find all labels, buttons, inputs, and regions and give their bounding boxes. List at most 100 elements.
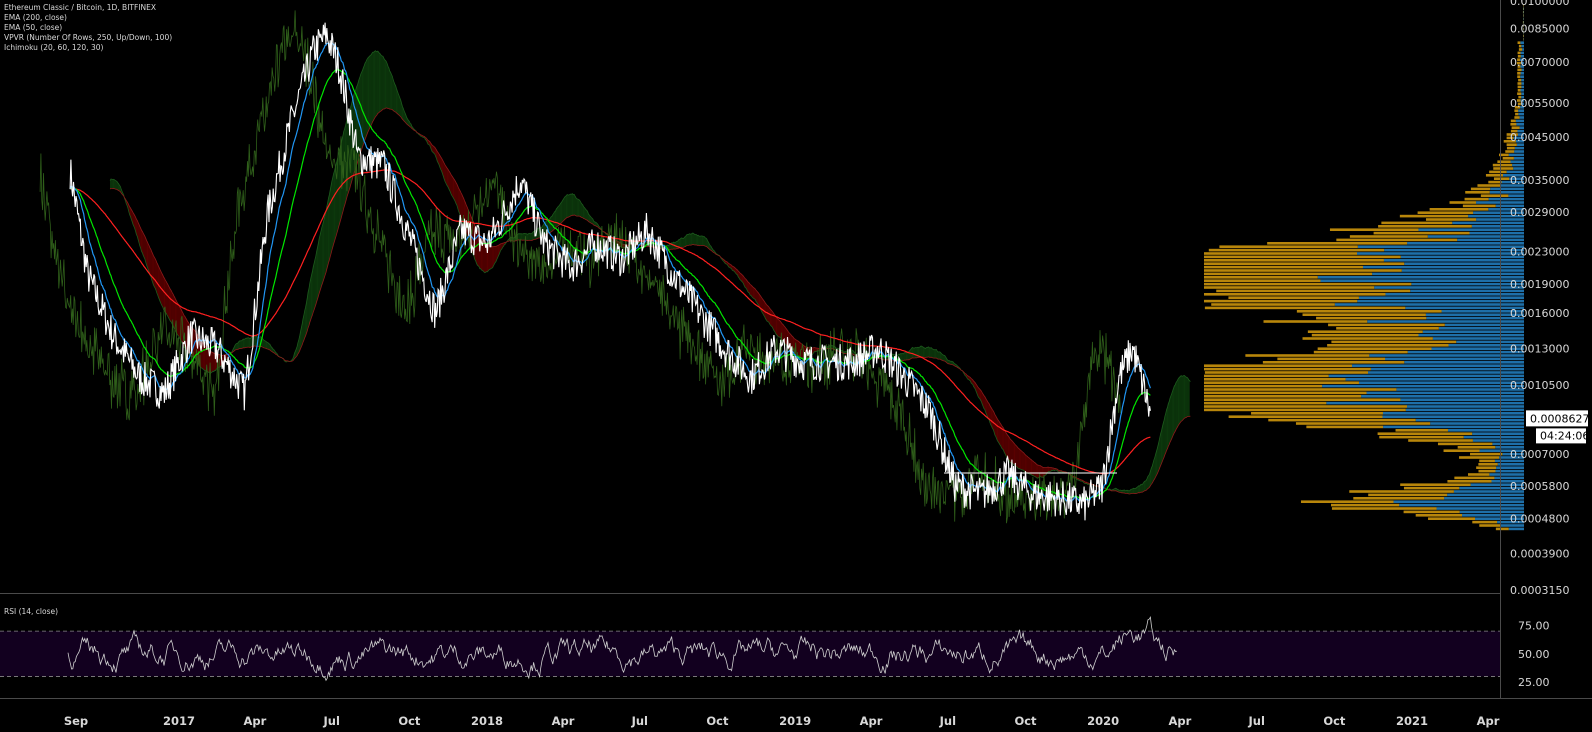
price-axis-label: 0.0003150 bbox=[1510, 584, 1570, 597]
vp-bar-down bbox=[1204, 306, 1406, 310]
cloud-segment bbox=[171, 290, 173, 324]
cloud-segment bbox=[1147, 475, 1149, 489]
cloud-segment bbox=[695, 234, 697, 246]
cloud-segment bbox=[1034, 462, 1035, 477]
price-axis-label: 0.0010500 bbox=[1510, 379, 1570, 392]
cloud-segment bbox=[775, 316, 777, 335]
cloud-segment bbox=[762, 298, 763, 314]
vp-bar-down bbox=[1208, 248, 1385, 252]
cloud-segment bbox=[492, 246, 494, 268]
vp-bar-up bbox=[1471, 225, 1524, 228]
vp-bar-down bbox=[1306, 425, 1384, 429]
cloud-segment bbox=[1005, 431, 1006, 457]
cloud-segment bbox=[166, 281, 168, 315]
cloud-segment bbox=[310, 275, 312, 320]
cloud-segment bbox=[1174, 385, 1176, 433]
cloud-segment bbox=[1182, 375, 1184, 420]
vp-bar-up bbox=[1520, 72, 1524, 75]
vp-bar-up bbox=[1418, 228, 1524, 231]
cloud-segment bbox=[569, 194, 570, 217]
cloud-segment bbox=[526, 233, 528, 241]
cloud-segment bbox=[337, 153, 339, 230]
vp-bar-down bbox=[1492, 163, 1513, 167]
cloud-segment bbox=[688, 234, 689, 246]
vp-bar-down bbox=[1415, 514, 1463, 517]
cloud-segment bbox=[901, 353, 903, 361]
vp-bar-down bbox=[1476, 466, 1497, 469]
vp-bar-down bbox=[1216, 289, 1411, 293]
time-axis-label: Apr bbox=[552, 714, 575, 728]
cloud-segment bbox=[245, 338, 247, 348]
cloud-segment bbox=[264, 340, 266, 349]
cloud-segment bbox=[1017, 446, 1018, 469]
lagging-span bbox=[39, 10, 1121, 524]
vp-bar-down bbox=[1204, 269, 1402, 272]
vp-bar-down bbox=[1368, 493, 1448, 497]
volume-profile bbox=[1204, 4, 1524, 531]
cloud-segment bbox=[181, 310, 183, 344]
cloud-segment bbox=[376, 51, 377, 116]
cloud-segment bbox=[1037, 464, 1039, 479]
vp-bar-up bbox=[1385, 293, 1524, 296]
cloud-segment bbox=[242, 339, 244, 349]
cloud-span-b bbox=[109, 107, 1191, 495]
price-chart[interactable]: 0.0100000 0.0085000 0.0070000 0.0055000 0.00… bbox=[0, 0, 1592, 732]
rsi-band bbox=[0, 631, 1500, 677]
vp-bar-down bbox=[1517, 89, 1521, 92]
cloud-segment bbox=[146, 240, 148, 268]
cloud-segment bbox=[697, 235, 699, 246]
cloud-segment bbox=[387, 63, 389, 109]
vp-bar-up bbox=[1400, 398, 1524, 401]
vp-bar-down bbox=[1300, 500, 1394, 503]
cloud-segment bbox=[933, 349, 935, 359]
vp-bar-up bbox=[1516, 123, 1524, 126]
cloud-segment bbox=[561, 200, 563, 223]
cloud-segment bbox=[528, 233, 530, 241]
vp-bar-up bbox=[1370, 367, 1524, 371]
cloud-segment bbox=[314, 259, 315, 310]
vp-bar-down bbox=[1268, 418, 1416, 422]
vp-bar-up bbox=[1508, 153, 1524, 157]
cloud-segment bbox=[699, 236, 700, 246]
cloud-segment bbox=[700, 235, 702, 246]
vp-bar-down bbox=[1379, 435, 1464, 439]
cloud-segment bbox=[1134, 488, 1136, 494]
cloud-segment bbox=[1027, 456, 1029, 474]
vp-bar-up bbox=[1515, 119, 1524, 123]
cloud-segment bbox=[309, 278, 311, 323]
time-axis-label: Oct bbox=[398, 714, 421, 728]
cloud-segment bbox=[757, 292, 759, 306]
cloud-span-a bbox=[109, 50, 1191, 492]
vp-bar-down bbox=[1353, 497, 1445, 500]
cloud-segment bbox=[393, 79, 394, 112]
cloud-segment bbox=[267, 342, 269, 350]
cloud-segment bbox=[490, 245, 491, 270]
cloud-segment bbox=[1004, 429, 1006, 454]
vp-bar-up bbox=[1469, 231, 1524, 235]
cloud-segment bbox=[994, 414, 996, 437]
vp-bar-down bbox=[1506, 146, 1515, 150]
vp-bar-down bbox=[1395, 429, 1448, 432]
cloud-segment bbox=[246, 338, 247, 348]
cloud-segment bbox=[155, 258, 156, 291]
vp-bar-down bbox=[1403, 486, 1460, 490]
vp-bar-down bbox=[1377, 432, 1473, 435]
cloud-segment bbox=[900, 353, 902, 361]
vp-bar-down bbox=[1331, 340, 1457, 344]
cloud-segment bbox=[1166, 407, 1168, 451]
cloud-segment bbox=[265, 341, 267, 349]
cloud-segment bbox=[383, 57, 385, 110]
cloud-segment bbox=[263, 340, 265, 349]
time-axis-label: 2021 bbox=[1396, 714, 1428, 728]
cloud-segment bbox=[563, 196, 565, 221]
cloud-segment bbox=[314, 256, 316, 308]
cloud-segment bbox=[159, 268, 161, 302]
cloud-segment bbox=[935, 349, 937, 359]
cloud-segment bbox=[1023, 452, 1025, 472]
cloud-segment bbox=[1135, 488, 1137, 494]
vp-bar-down bbox=[1479, 524, 1501, 527]
cloud-segment bbox=[774, 314, 776, 334]
cloud-segment bbox=[168, 286, 170, 320]
cloud-segment bbox=[932, 349, 934, 359]
cloud-segment bbox=[333, 170, 335, 245]
